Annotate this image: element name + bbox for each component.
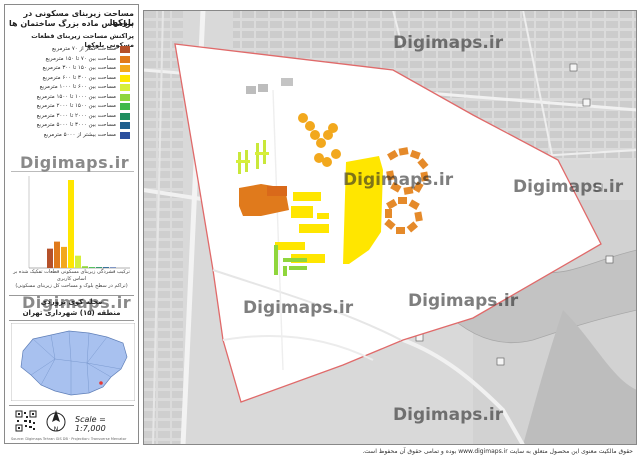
legend-label: مساحت بین ۱۵۰ تا ۳۰۰ مترمربع xyxy=(42,65,116,71)
legend-panel: مساحت زیربنای مسکونی در بلوکها براساس ما… xyxy=(4,4,139,444)
legend-swatch xyxy=(120,65,130,72)
watermark: Digimaps.ir xyxy=(20,153,130,172)
map-sheet: مساحت زیربنای مسکونی در بلوکها براساس ما… xyxy=(0,0,643,461)
legend-swatch xyxy=(120,93,130,101)
legend-label: مساحت بین ۶۰۰ تا ۱۰۰۰ مترمربع xyxy=(39,84,116,90)
legend-item: مساحت بین ۱۵۰ تا ۳۰۰ مترمربع xyxy=(11,64,130,73)
legend-label: مساحت بین ۳۰۰۰ تا ۵۰۰۰ مترمربع xyxy=(36,122,116,128)
legend-item: مساحت کمتر از ۷۰ مترمربع xyxy=(11,45,130,54)
legend-label: مساحت بین ۷۰ تا ۱۵۰ مترمربع xyxy=(45,55,116,62)
histogram-bar xyxy=(54,241,60,268)
legend-item: مساحت بین ۶۰۰ تا ۱۰۰۰ مترمربع xyxy=(11,83,130,92)
legend-label: مساحت بین ۱۵۰۰ تا ۲۰۰۰ مترمربع xyxy=(36,103,116,109)
histogram-bar xyxy=(110,267,116,268)
legend-label: مساحت بین ۳۰۰ تا ۶۰۰ مترمربع xyxy=(42,74,116,81)
legend-item: مساحت بین ۷۰ تا ۱۵۰ مترمربع xyxy=(11,55,130,64)
north-label: N xyxy=(54,426,59,433)
legend-item: مساحت بین ۳۰۰۰ تا ۵۰۰۰ مترمربع xyxy=(11,121,130,130)
histogram-caption-line2: (تراکم در سطح بلوک و مساحت کل زیربنای مس… xyxy=(15,283,128,289)
watermark: Digimaps.ir xyxy=(393,33,504,53)
watermark: Digimaps.ir xyxy=(22,293,132,312)
legend-swatch xyxy=(120,122,130,129)
legend-swatch xyxy=(120,46,130,53)
histogram-bar xyxy=(68,180,74,268)
legend-label: مساحت بین ۲۰۰۰ تا ۳۰۰۰ مترمربع xyxy=(36,112,116,119)
north-arrow-icon: N xyxy=(46,410,66,433)
legend-swatch xyxy=(120,84,130,91)
legend-swatch xyxy=(120,103,130,110)
legend-swatch xyxy=(120,55,130,63)
histogram-caption: ترکیب فشردگی زیربنای مسکونی قطعات تفکیک … xyxy=(9,269,134,290)
legend-label: مساحت بیشتر از ۵۰۰۰ مترمربع xyxy=(43,131,116,138)
watermark: Digimaps.ir xyxy=(408,291,519,311)
legend-swatch xyxy=(120,112,130,120)
legend-item: مساحت بین ۱۵۰۰ تا ۲۰۰۰ مترمربع xyxy=(11,102,130,111)
watermark: Digimaps.ir xyxy=(343,170,454,190)
main-map: Digimaps.ir Digimaps.ir Digimaps.ir Digi… xyxy=(143,10,637,445)
histogram-bar xyxy=(47,248,53,268)
legend-histogram xyxy=(11,171,134,284)
histogram-chart xyxy=(28,176,130,269)
watermark: Digimaps.ir xyxy=(243,298,354,318)
copyright-notice: حقوق مالکیت معنوی این محصول متعلق به سای… xyxy=(362,448,633,455)
watermark: Digimaps.ir xyxy=(513,177,624,197)
histogram-bar xyxy=(96,267,102,268)
scale-text: Scale = 1:7,000 xyxy=(75,415,106,433)
qr-code-icon xyxy=(15,410,37,432)
legend-footer: N Scale = 1:7,000 Source: Digimaps Tehra… xyxy=(9,405,134,442)
legend-item: مساحت بین ۳۰۰ تا ۶۰۰ مترمربع xyxy=(11,74,130,83)
histogram-bar xyxy=(82,266,88,268)
histogram-bar xyxy=(61,246,67,268)
histogram-bar xyxy=(103,267,109,268)
location-inset-map xyxy=(11,323,135,401)
legend-swatch xyxy=(120,131,130,139)
legend-label: مساحت کمتر از ۷۰ مترمربع xyxy=(51,46,116,52)
watermark: Digimaps.ir xyxy=(393,405,504,425)
legend-title-line2: براساس ماده بزرگ ساختمان ها xyxy=(9,19,134,28)
histogram-bar xyxy=(75,255,81,268)
source-footnote: Source: Digimaps Tehran GIS DB · Project… xyxy=(11,437,127,441)
legend-swatch xyxy=(120,74,130,82)
study-area-marker xyxy=(99,381,103,385)
legend-item: مساحت بیشتر از ۵۰۰۰ مترمربع xyxy=(11,131,130,140)
histogram-bar xyxy=(89,267,95,268)
histogram-caption-line1: ترکیب فشردگی زیربنای مسکونی قطعات تفکیک … xyxy=(13,269,130,282)
legend-label: مساحت بین ۱۰۰۰ تا ۱۵۰۰ مترمربع xyxy=(36,93,116,100)
legend-item: مساحت بین ۲۰۰۰ تا ۳۰۰۰ مترمربع xyxy=(11,112,130,121)
legend-item: مساحت بین ۱۰۰۰ تا ۱۵۰۰ مترمربع xyxy=(11,93,130,102)
